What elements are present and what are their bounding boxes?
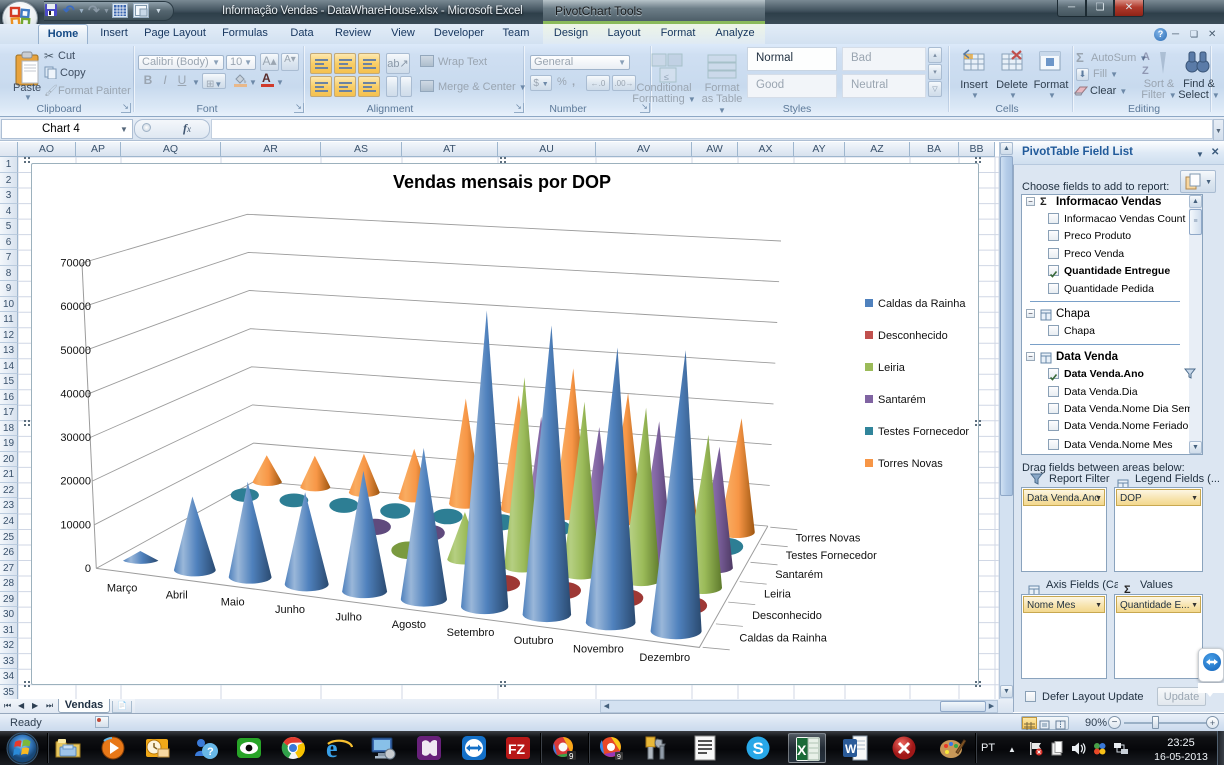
svg-text:S: S: [753, 739, 764, 758]
svg-text:e: e: [326, 734, 338, 762]
svg-text:?: ?: [207, 746, 214, 758]
svg-text:X: X: [797, 742, 807, 758]
svg-text:Z: Z: [1142, 65, 1149, 77]
svg-text:9: 9: [617, 754, 621, 761]
svg-text:W: W: [845, 742, 857, 756]
svg-text:FZ: FZ: [508, 741, 526, 757]
svg-text:≤: ≤: [664, 72, 669, 82]
svg-text:9: 9: [569, 752, 574, 761]
svg-text:A: A: [1142, 51, 1150, 63]
